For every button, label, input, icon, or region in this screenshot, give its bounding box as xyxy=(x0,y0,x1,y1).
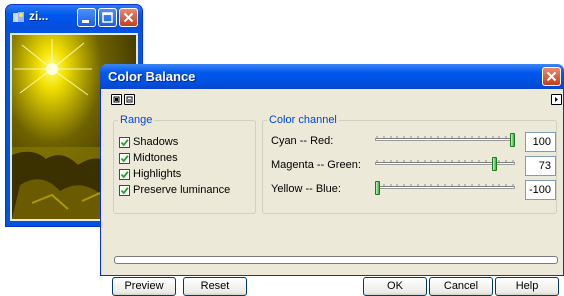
maximize-button[interactable] xyxy=(98,8,117,27)
cancel-button[interactable]: Cancel xyxy=(429,277,493,296)
midtones-label: Midtones xyxy=(133,152,178,164)
cyan-red-value-input[interactable]: 100 xyxy=(525,132,556,152)
highlights-label: Highlights xyxy=(133,168,182,180)
midtones-checkbox[interactable] xyxy=(119,152,130,164)
yellow-blue-label: Yellow -- Blue: xyxy=(271,183,341,195)
image-window-titlebar[interactable]: zi... xyxy=(6,5,142,29)
check-icon xyxy=(120,170,129,178)
preserve-luminance-checkbox-row[interactable]: Preserve luminance xyxy=(119,183,230,197)
close-icon xyxy=(123,12,134,23)
reset-button[interactable]: Reset xyxy=(183,277,247,296)
dialog-title: Color Balance xyxy=(108,69,196,84)
shadows-checkbox[interactable] xyxy=(119,136,130,148)
yellow-blue-slider-thumb[interactable] xyxy=(375,181,380,195)
range-group: Range Shadows Midtones Highlights Preser… xyxy=(113,114,256,214)
check-icon xyxy=(120,138,129,146)
cyan-red-label: Cyan -- Red: xyxy=(271,135,334,147)
collapse-icon xyxy=(126,96,133,103)
image-window-title: zi... xyxy=(29,9,49,23)
slider-ticks xyxy=(376,136,514,139)
progress-bar xyxy=(114,256,558,264)
yellow-blue-slider[interactable] xyxy=(375,181,515,196)
expand-button[interactable] xyxy=(111,94,122,105)
highlights-checkbox-row[interactable]: Highlights xyxy=(119,167,181,181)
check-icon xyxy=(120,154,129,162)
dialog-close-button[interactable] xyxy=(542,67,561,86)
ok-button[interactable]: OK xyxy=(363,277,427,296)
maximize-icon xyxy=(102,12,113,23)
minimize-icon xyxy=(82,20,89,23)
cyan-red-row: Cyan -- Red: 100 xyxy=(271,132,556,152)
menu-arrow-button[interactable] xyxy=(551,94,562,105)
close-icon xyxy=(546,71,557,82)
shadows-checkbox-row[interactable]: Shadows xyxy=(119,135,178,149)
close-button[interactable] xyxy=(119,8,138,27)
expand-icon xyxy=(113,96,120,103)
minimize-button[interactable] xyxy=(77,8,96,27)
slider-ticks xyxy=(376,184,514,187)
help-button[interactable]: Help xyxy=(495,277,559,296)
yellow-blue-row: Yellow -- Blue: -100 xyxy=(271,180,556,200)
app-icon xyxy=(13,12,24,22)
dialog-body: Range Shadows Midtones Highlights Preser… xyxy=(104,89,562,296)
cyan-red-slider[interactable] xyxy=(375,133,515,148)
arrow-right-icon xyxy=(555,97,558,102)
preview-button[interactable]: Preview xyxy=(112,277,176,296)
color-balance-dialog: Color Balance Range Shadows Midtones Hig… xyxy=(100,64,564,296)
magenta-green-value-input[interactable]: 73 xyxy=(525,156,556,176)
shadows-label: Shadows xyxy=(133,136,179,148)
color-channel-legend: Color channel xyxy=(269,114,337,126)
preserve-luminance-checkbox[interactable] xyxy=(119,184,130,196)
highlights-checkbox[interactable] xyxy=(119,168,130,180)
yellow-blue-value-input[interactable]: -100 xyxy=(525,180,556,200)
color-channel-group: Color channel Cyan -- Red: 100 Magenta -… xyxy=(262,114,557,214)
collapse-button[interactable] xyxy=(124,94,135,105)
cyan-red-slider-thumb[interactable] xyxy=(510,133,515,147)
midtones-checkbox-row[interactable]: Midtones xyxy=(119,151,178,165)
magenta-green-slider[interactable] xyxy=(375,157,515,172)
dialog-titlebar[interactable]: Color Balance xyxy=(100,64,564,89)
magenta-green-slider-thumb[interactable] xyxy=(492,157,497,171)
magenta-green-label: Magenta -- Green: xyxy=(271,159,361,171)
magenta-green-row: Magenta -- Green: 73 xyxy=(271,156,556,176)
range-legend: Range xyxy=(120,114,153,126)
preserve-luminance-label: Preserve luminance xyxy=(133,184,231,196)
check-icon xyxy=(120,186,129,194)
